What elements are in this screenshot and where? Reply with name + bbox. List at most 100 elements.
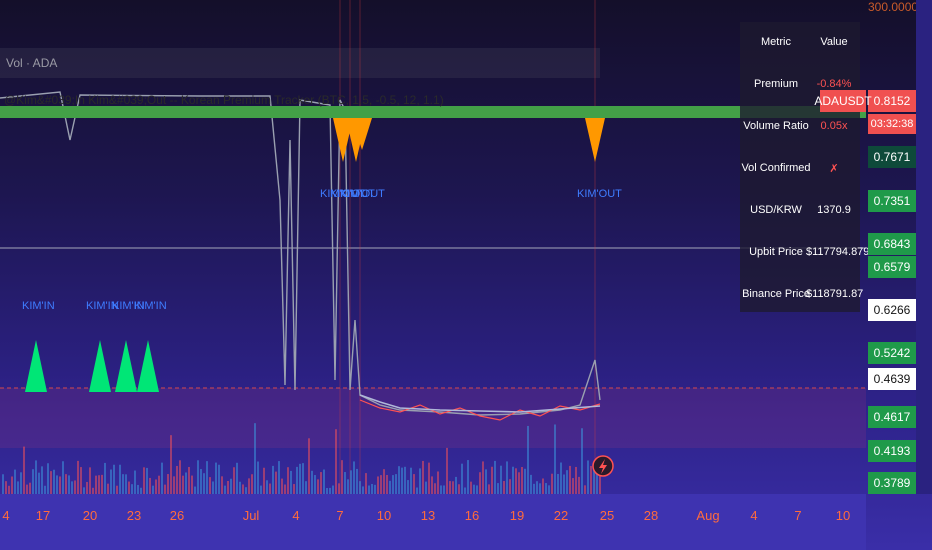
volume-bar — [59, 476, 61, 494]
table-row: Vol Confirmed ✗ — [740, 162, 860, 182]
volume-bar — [437, 471, 439, 494]
volume-bar — [419, 468, 421, 494]
volume-bar — [89, 467, 91, 494]
volume-bar — [275, 471, 277, 494]
volume-bar — [257, 461, 259, 494]
volume-bar — [377, 476, 379, 494]
volume-bar — [350, 470, 352, 494]
volume-bar — [536, 481, 538, 494]
volume-bar — [569, 465, 571, 494]
table-cell-value: 0.05x — [820, 120, 848, 132]
volume-bar — [26, 484, 28, 494]
kim-in-label: KIM'IN — [134, 300, 167, 312]
time-axis[interactable]: 4 17 20 23 26 Jul 4 7 10 13 16 19 22 25 … — [0, 494, 866, 550]
table-cell-value: ✗ — [829, 163, 839, 175]
volume-bar — [272, 465, 274, 494]
table-row: Binance Price $118791.87 — [740, 288, 863, 308]
volume-bar — [38, 472, 40, 494]
volume-bar — [533, 483, 535, 494]
volume-bar — [8, 485, 10, 494]
volume-bar — [575, 466, 577, 494]
volume-bar — [443, 485, 445, 494]
volume-bar — [485, 469, 487, 494]
volume-bar — [68, 475, 70, 494]
volume-bar — [365, 473, 367, 494]
volume-bar — [458, 484, 460, 494]
volume-bar — [254, 423, 256, 494]
volume-bar — [320, 472, 322, 494]
volume-bar — [251, 474, 253, 494]
volume-bar — [248, 478, 250, 494]
volume-bar — [506, 461, 508, 494]
volume-bar — [452, 481, 454, 494]
volume-bar — [218, 464, 220, 494]
price-level-tag: 0.6843 — [868, 233, 916, 255]
volume-bar — [95, 475, 97, 494]
volume-bar — [371, 483, 373, 494]
volume-bar — [524, 468, 526, 494]
volume-bar — [422, 460, 424, 494]
volume-bar — [260, 485, 262, 494]
volume-bar — [176, 465, 178, 494]
volume-bar — [407, 480, 409, 494]
volume-bar — [311, 470, 313, 494]
volume-bar — [263, 467, 265, 494]
volume-bar — [86, 481, 88, 494]
volume-bar — [590, 465, 592, 494]
volume-bar — [158, 475, 160, 494]
volume-bar — [35, 460, 37, 494]
volume-bar — [200, 469, 202, 494]
volume-bar — [341, 460, 343, 494]
time-tick: 26 — [169, 508, 185, 523]
volume-bar — [428, 462, 430, 494]
table-row: Upbit Price $117794.8793 — [740, 246, 875, 266]
volume-bar — [383, 469, 385, 494]
volume-bar — [236, 462, 238, 494]
volume-bar — [74, 480, 76, 494]
table-row: USD/KRW 1370.9 — [740, 204, 860, 224]
volume-bar — [449, 481, 451, 494]
volume-bar — [53, 469, 55, 494]
volume-bar — [308, 438, 310, 494]
volume-bar — [512, 466, 514, 494]
lower-band — [0, 388, 866, 448]
buy-marker — [25, 340, 47, 392]
volume-bar — [545, 483, 547, 494]
volume-bar — [266, 480, 268, 494]
volume-bar — [221, 476, 223, 494]
price-level-tag: 0.8152 — [868, 90, 916, 112]
volume-bar — [65, 474, 67, 494]
volume-bar — [197, 460, 199, 494]
volume-bar — [71, 481, 73, 494]
price-level-tag: 0.5242 — [868, 342, 916, 364]
volume-bar — [467, 460, 469, 494]
volume-bar — [521, 466, 523, 494]
volume-bar — [137, 484, 139, 494]
price-level-tag: 0.6579 — [868, 256, 916, 278]
symbol-tag[interactable]: ADAUSDT — [814, 90, 872, 112]
volume-bar — [296, 466, 298, 494]
price-scale-edge — [916, 0, 932, 494]
time-tick: 25 — [599, 508, 615, 523]
price-level-tag: 0.4193 — [868, 440, 916, 462]
volume-bar — [281, 478, 283, 494]
kim-in-label: KIM'IN — [22, 300, 55, 312]
indicator-title[interactable]: @Kim&#039;In Kim&#039;Out -- Korean Prem… — [4, 93, 444, 107]
volume-bar — [2, 474, 4, 494]
volume-bar — [287, 467, 289, 494]
volume-bar — [323, 469, 325, 494]
volume-bar — [431, 476, 433, 494]
tradingview-chart[interactable]: Vol · ADA @Kim&#039;In Kim&#039;Out -- K… — [0, 0, 932, 550]
time-tick: 22 — [553, 508, 569, 523]
volume-bar — [473, 484, 475, 494]
volume-bar — [29, 482, 31, 494]
volume-bar — [530, 474, 532, 494]
volume-bar — [134, 470, 136, 494]
time-tick: 7 — [794, 508, 802, 523]
table-cell-metric: Upbit Price — [749, 246, 803, 258]
volume-bar — [455, 476, 457, 494]
volume-bar — [245, 487, 247, 494]
volume-bar — [149, 477, 151, 494]
volume-bar — [116, 485, 118, 494]
volume-bar — [347, 479, 349, 494]
